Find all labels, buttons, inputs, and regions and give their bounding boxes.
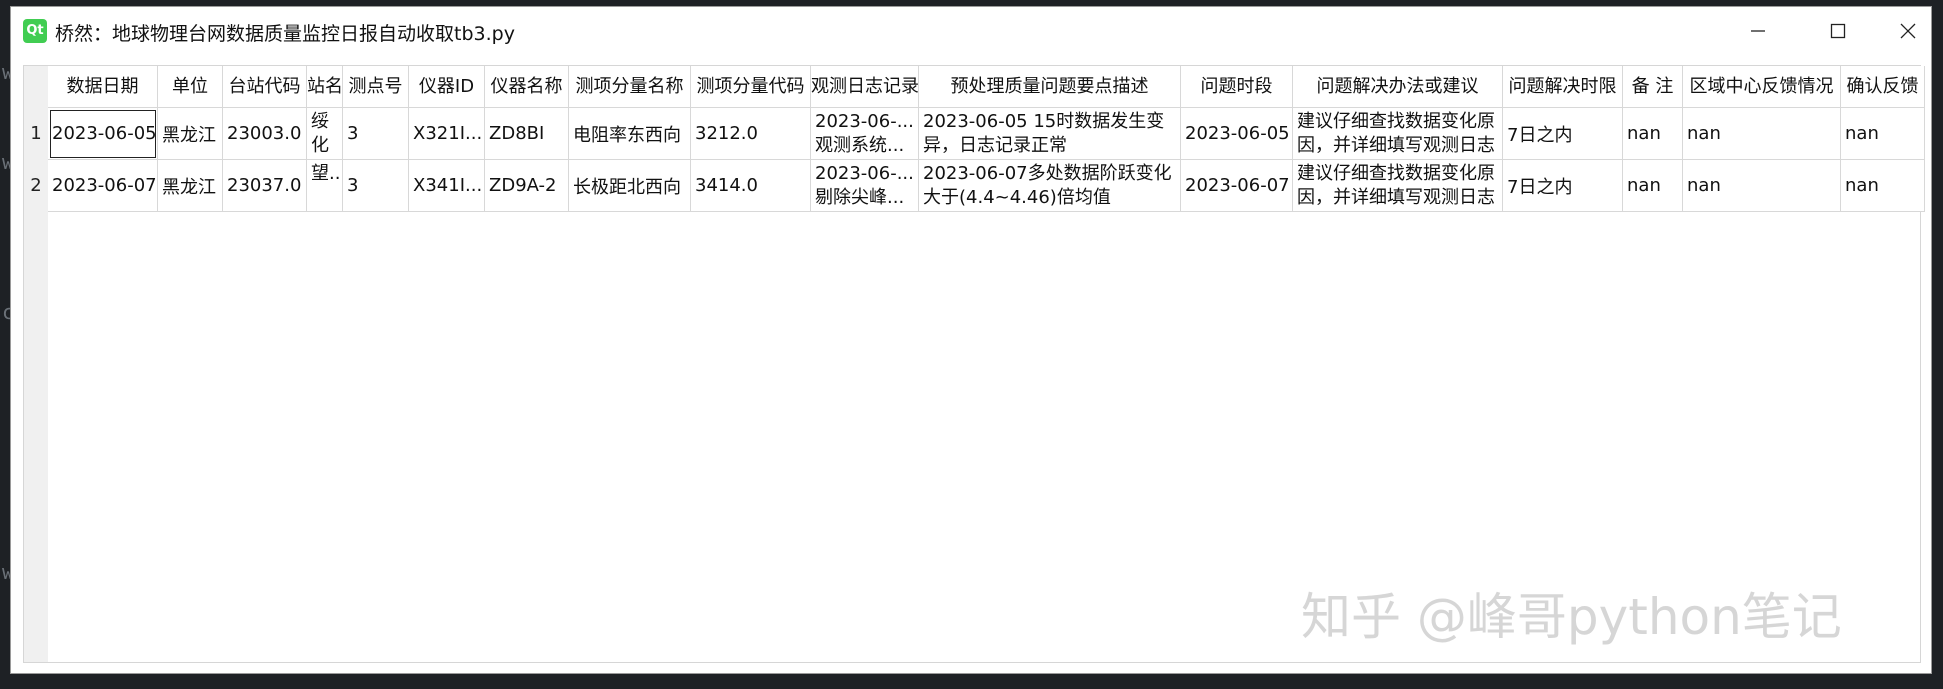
row-header[interactable]: 1	[24, 108, 48, 160]
maximize-icon	[1830, 23, 1846, 39]
column-header[interactable]: 台站代码	[223, 66, 307, 108]
column-header[interactable]: 数据日期	[48, 66, 158, 108]
table-cell[interactable]: 3	[343, 108, 409, 160]
column-header[interactable]: 问题解决办法或建议	[1293, 66, 1503, 108]
table-cell[interactable]: 绥化	[307, 108, 343, 160]
corner-header[interactable]	[24, 66, 48, 108]
table-cell[interactable]: 2023-06-... 观测系统...	[811, 108, 919, 160]
table-cell[interactable]: nan	[1683, 160, 1841, 212]
column-header[interactable]: 测项分量名称	[569, 66, 691, 108]
table-cell[interactable]: 7日之内	[1503, 160, 1623, 212]
table-cell[interactable]: 望...	[307, 160, 343, 212]
column-header[interactable]: 确认反馈	[1841, 66, 1925, 108]
table-cell[interactable]: nan	[1841, 108, 1925, 160]
data-table[interactable]: 1 2 数据日期 单位 台站代码 站名 测点号 仪器ID 仪器名称 测项分量名称 测项分量代码观…	[23, 65, 1925, 663]
table-cell[interactable]: ZD9A-2	[485, 160, 569, 212]
table-cell[interactable]: 3	[343, 160, 409, 212]
column-header[interactable]: 备 注	[1623, 66, 1683, 108]
table-cell[interactable]: 黑龙江	[158, 108, 223, 160]
table-cell[interactable]: ZD8BI	[485, 108, 569, 160]
table-cell[interactable]: X321I...	[409, 108, 485, 160]
table-cell[interactable]: 建议仔细查找数据变化原因，并详细填写观测日志	[1293, 160, 1503, 212]
close-button[interactable]	[1873, 7, 1943, 55]
table-cell[interactable]: 23037.0	[223, 160, 307, 212]
column-header[interactable]: 区域中心反馈情况	[1683, 66, 1841, 108]
table-cell[interactable]: 23003.0	[223, 108, 307, 160]
column-header[interactable]: 观测日志记录	[811, 66, 919, 108]
table-cell[interactable]: 2023-06-07	[48, 160, 158, 212]
column-header[interactable]: 问题解决时限	[1503, 66, 1623, 108]
qt-app-icon: Qt	[23, 19, 47, 43]
table-cell[interactable]: nan	[1623, 160, 1683, 212]
minimize-button[interactable]	[1723, 7, 1793, 55]
table-cell[interactable]: 2023-06-07	[1181, 160, 1293, 212]
table-cell[interactable]: nan	[1841, 160, 1925, 212]
table-cell[interactable]: 7日之内	[1503, 108, 1623, 160]
title-bar: Qt 桥然：地球物理台网数据质量监控日报自动收取tb3.py	[11, 7, 1931, 55]
table-cell[interactable]: 2023-06-05	[48, 108, 158, 160]
column-header[interactable]: 单位	[158, 66, 223, 108]
column-header[interactable]: 预处理质量问题要点描述	[919, 66, 1181, 108]
column-header[interactable]: 测项分量代码	[691, 66, 811, 108]
maximize-button[interactable]	[1803, 7, 1873, 55]
watermark: 知乎 @峰哥python笔记	[1301, 588, 1842, 646]
table-cell[interactable]: 长极距北西向	[569, 160, 691, 212]
table-viewport: 数据日期 单位 台站代码 站名 测点号 仪器ID 仪器名称 测项分量名称 测项分量代码 观测日志记…	[48, 66, 1925, 662]
column-header[interactable]: 仪器ID	[409, 66, 485, 108]
row-header[interactable]: 2	[24, 160, 48, 212]
table-cell[interactable]: 2023-06-05	[1181, 108, 1293, 160]
close-icon	[1900, 23, 1916, 39]
table-cell[interactable]: 3212.0	[691, 108, 811, 160]
column-header[interactable]: 仪器名称	[485, 66, 569, 108]
column-header[interactable]: 问题时段	[1181, 66, 1293, 108]
column-header[interactable]: 测点号	[343, 66, 409, 108]
table-cell[interactable]: nan	[1623, 108, 1683, 160]
app-window: Qt 桥然：地球物理台网数据质量监控日报自动收取tb3.py 1 2 数据日期单…	[10, 6, 1932, 674]
table-cell[interactable]: 建议仔细查找数据变化原因，并详细填写观测日志	[1293, 108, 1503, 160]
column-header[interactable]: 站名	[307, 66, 343, 108]
table-cell[interactable]: X341I...	[409, 160, 485, 212]
table-cell[interactable]: 3414.0	[691, 160, 811, 212]
table-cell[interactable]: 2023-06-05 15时数据发生变异，日志记录正常	[919, 108, 1181, 160]
minimize-icon	[1751, 30, 1765, 32]
table-cell[interactable]: 2023-06-... 剔除尖峰...	[811, 160, 919, 212]
table-cell[interactable]: 黑龙江	[158, 160, 223, 212]
table-cell[interactable]: 2023-06-07多处数据阶跃变化大于(4.4~4.46)倍均值	[919, 160, 1181, 212]
table-cell[interactable]: nan	[1683, 108, 1841, 160]
table-cell[interactable]: 电阻率东西向	[569, 108, 691, 160]
window-title: 桥然：地球物理台网数据质量监控日报自动收取tb3.py	[55, 23, 515, 45]
